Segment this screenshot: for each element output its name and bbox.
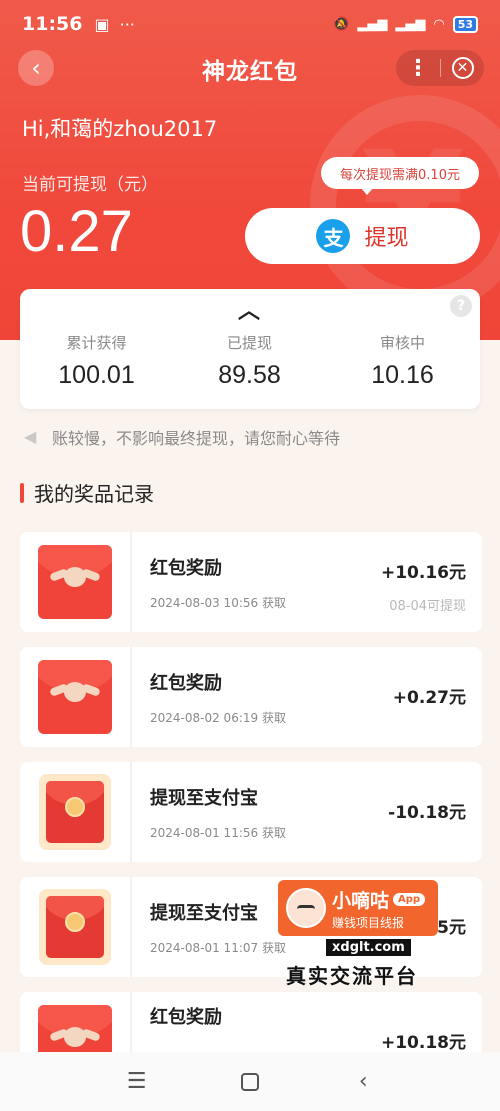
record-item[interactable]: 红包奖励 2024-08-02 06:19 获取 +0.27元: [20, 647, 482, 747]
balance-label: 当前可提现（元）: [22, 175, 158, 195]
envelope-icon: [39, 889, 111, 965]
record-amount: +10.18元: [380, 1033, 466, 1053]
yuan-watermark-icon: ¥: [360, 120, 465, 294]
nav-bar: ‹ 神龙红包 ⋮ ✕: [0, 44, 500, 92]
mini-program-capsule: ⋮ ✕: [396, 50, 484, 86]
app-notification-icon: ▣: [94, 14, 110, 34]
record-date: 2024-08-01 11:56 获取: [150, 825, 286, 840]
withdraw-button-label: 提现: [364, 226, 409, 251]
stat-label: 审核中: [379, 334, 425, 352]
status-bar: 11:56 ▣ ··· 🔕 ▂▄▆ ▂▄▆ ◠ 53: [0, 0, 500, 48]
menu-icon[interactable]: ☰: [117, 1069, 157, 1094]
stat-label: 累计获得: [66, 334, 127, 352]
watermark-ad: 小嘀咕 App 赚钱项目线报 xdglt.com 真实交流平台: [278, 880, 442, 989]
more-dots-icon[interactable]: ⋮: [396, 56, 440, 81]
stat-value: 89.58: [218, 361, 281, 389]
watermark-app-badge: App: [393, 892, 426, 906]
balance-amount: 0.27: [20, 199, 133, 264]
watermark-title: 小嘀咕: [332, 889, 390, 912]
back-icon[interactable]: ‹: [343, 1069, 383, 1094]
withdraw-tip-bubble: 每次提现需满0.10元: [321, 157, 479, 195]
record-amount: +0.27元: [392, 688, 466, 708]
notice-text: 账较慢，不影响最终提现，请您耐心等待: [52, 429, 341, 448]
red-packet-icon: [38, 545, 112, 619]
stat-value: 10.16: [371, 361, 434, 389]
red-packet-icon: [38, 660, 112, 734]
record-title: 红包奖励: [150, 1007, 222, 1028]
record-item[interactable]: 提现至支付宝 2024-08-01 11:56 获取 -10.18元: [20, 762, 482, 862]
close-circle-icon: ✕: [451, 57, 474, 79]
stats-card: ︿ ? 累计获得 100.01 已提现 89.58 审核中 10.16: [20, 289, 480, 409]
record-date: 2024-08-02 06:19 获取: [150, 710, 286, 725]
mascot-icon: [286, 888, 326, 928]
battery-icon: 53: [452, 15, 478, 33]
withdraw-button[interactable]: 支 提现: [245, 208, 480, 264]
stat-total-earned: 累计获得 100.01: [20, 332, 173, 390]
greeting: Hi,和蔼的zhou2017: [22, 117, 218, 141]
envelope-icon: [39, 774, 111, 850]
watermark-subtitle: 赚钱项目线报: [332, 915, 405, 930]
chevron-up-icon[interactable]: ︿: [238, 293, 260, 325]
status-time: 11:56: [22, 13, 83, 35]
section-title-text: 我的奖品记录: [34, 482, 154, 506]
stat-withdrawn: 已提现 89.58: [173, 332, 326, 390]
section-title: 我的奖品记录: [20, 478, 154, 507]
speaker-icon: ◀: [24, 427, 37, 446]
signal-icon-2: ▂▄▆: [395, 16, 426, 32]
system-nav-bar: ☰ ‹: [0, 1052, 500, 1111]
watermark-slogan: 真实交流平台: [286, 964, 418, 988]
alipay-icon: 支: [316, 219, 351, 253]
signal-icon: ▂▄▆: [357, 16, 388, 32]
notice-bar: ◀ 账较慢，不影响最终提现，请您耐心等待: [24, 425, 340, 449]
record-item[interactable]: 红包奖励 2024-08-03 10:56 获取 +10.16元 08-04可提…: [20, 532, 482, 632]
watermark-url: xdglt.com: [326, 939, 411, 956]
mute-icon: 🔕: [333, 16, 350, 32]
stat-value: 100.01: [58, 361, 135, 389]
wifi-icon: ◠: [433, 16, 445, 32]
record-status: 08-04可提现: [389, 599, 466, 614]
stat-label: 已提现: [226, 334, 272, 352]
section-accent-bar: [20, 482, 24, 503]
close-button[interactable]: ✕: [441, 57, 484, 79]
record-amount: -10.18元: [388, 803, 466, 823]
more-notifications-icon: ···: [119, 14, 135, 34]
record-amount: +10.16元: [380, 563, 466, 583]
home-icon[interactable]: [230, 1072, 270, 1091]
stat-under-review: 审核中 10.16: [326, 332, 479, 390]
help-icon[interactable]: ?: [450, 295, 472, 317]
